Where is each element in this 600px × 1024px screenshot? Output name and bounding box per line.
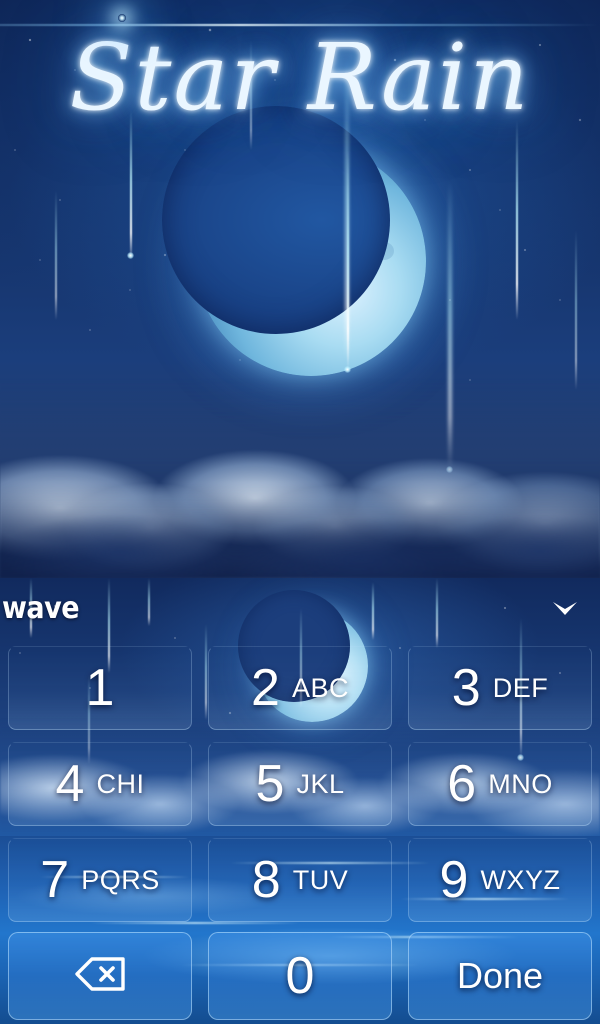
lens-flare-star <box>118 14 126 22</box>
key-5[interactable]: 5 JKL <box>200 736 400 832</box>
keypad-row-2: 4 CHI 5 JKL 6 MNO <box>0 736 600 832</box>
backspace-icon <box>74 956 126 997</box>
key-1-digit: 1 <box>85 659 115 717</box>
key-4[interactable]: 4 CHI <box>0 736 200 832</box>
key-9[interactable]: 9 WXYZ <box>400 832 600 928</box>
crescent-moon <box>141 91 481 431</box>
key-5-digit: 5 <box>255 755 285 813</box>
key-8[interactable]: 8 TUV <box>200 832 400 928</box>
cloud-layer-dark <box>0 483 600 578</box>
key-0[interactable]: 0 <box>200 928 400 1024</box>
key-1[interactable]: 1 <box>0 640 200 736</box>
key-7[interactable]: 7 PQRS <box>0 832 200 928</box>
theme-preview-screen: Star Rain wave 1 2 ABC 3 DEF 4 CHI 5 JKL… <box>0 0 600 1024</box>
keyboard: wave 1 2 ABC 3 DEF 4 CHI 5 JKL 6 MNO 7 P… <box>0 578 600 1024</box>
star-streak <box>575 230 577 390</box>
page-title: Star Rain <box>69 24 531 131</box>
key-0-digit: 0 <box>285 947 315 1005</box>
key-3-digit: 3 <box>451 659 481 717</box>
star-streak <box>55 190 57 320</box>
key-4-digit: 4 <box>55 755 85 813</box>
star-streak <box>347 150 349 370</box>
wallpaper-preview: Star Rain <box>0 0 600 578</box>
star-streak-head <box>344 366 351 373</box>
key-3[interactable]: 3 DEF <box>400 640 600 736</box>
numeric-keypad: 1 2 ABC 3 DEF 4 CHI 5 JKL 6 MNO 7 PQRS 8… <box>0 640 600 1024</box>
star-streak-head <box>127 252 134 259</box>
done-label: Done <box>456 955 544 996</box>
key-backspace[interactable] <box>0 928 200 1024</box>
key-7-letters: PQRS <box>81 864 160 895</box>
star-streak <box>516 120 518 320</box>
chevron-down-icon[interactable] <box>548 592 582 626</box>
key-2-digit: 2 <box>251 659 280 717</box>
keypad-row-4: 0 Done <box>0 928 600 1024</box>
key-9-letters: WXYZ <box>480 864 561 895</box>
key-6-digit: 6 <box>447 755 477 813</box>
key-6-letters: MNO <box>488 768 553 799</box>
key-3-letters: DEF <box>492 672 549 703</box>
key-8-digit: 8 <box>251 851 281 909</box>
keypad-row-3: 7 PQRS 8 TUV 9 WXYZ <box>0 832 600 928</box>
suggestion-word[interactable]: wave <box>2 594 80 624</box>
key-2[interactable]: 2 ABC <box>200 640 400 736</box>
key-9-digit: 9 <box>439 851 469 909</box>
key-7-digit: 7 <box>40 851 70 909</box>
key-8-letters: TUV <box>292 864 349 895</box>
suggestion-bar: wave <box>0 578 600 640</box>
key-2-letters: ABC <box>291 672 349 703</box>
key-6[interactable]: 6 MNO <box>400 736 600 832</box>
key-done[interactable]: Done <box>400 928 600 1024</box>
keypad-row-1: 1 2 ABC 3 DEF <box>0 640 600 736</box>
lens-flare-streak <box>0 24 600 26</box>
key-4-letters: CHI <box>96 768 145 799</box>
key-5-letters: JKL <box>296 768 345 799</box>
